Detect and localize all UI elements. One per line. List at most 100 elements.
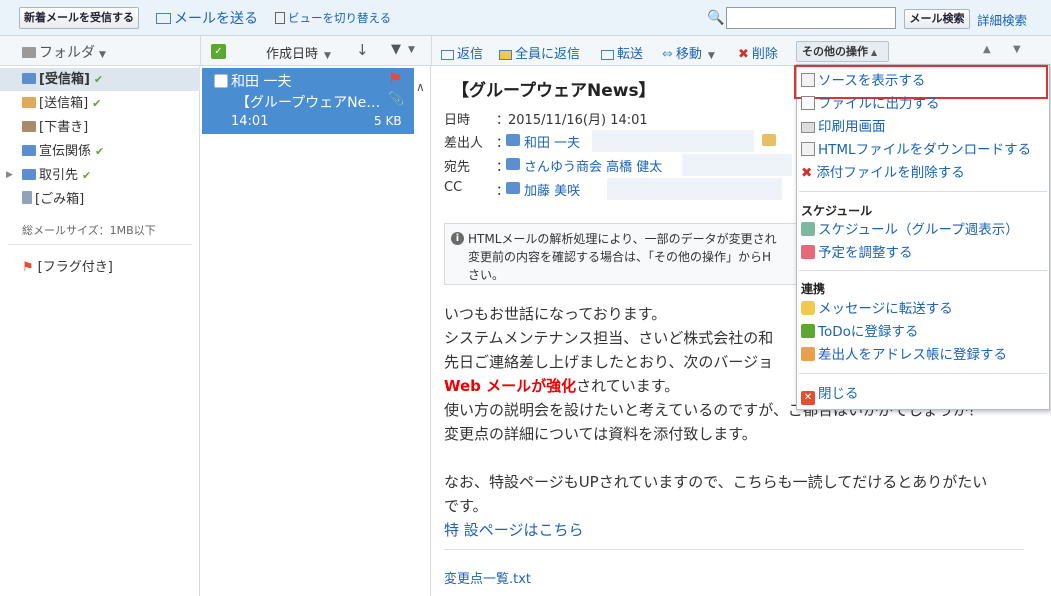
reply-label: 返信 <box>457 47 484 62</box>
folder-icon <box>22 145 36 156</box>
delete-button[interactable]: ✖ 削除 <box>738 43 778 62</box>
folder-item-inbox[interactable]: [受信箱] ✔ <box>0 68 200 91</box>
address-book-icon <box>801 347 815 361</box>
folder-item-flagged[interactable]: ⚑ [フラグ付き] <box>22 256 113 275</box>
from-value[interactable]: 和田 一夫 <box>524 132 580 151</box>
folder-header[interactable]: フォルダ ▼ <box>22 42 106 62</box>
view-icon <box>275 11 285 24</box>
date-value: 2015/11/16(月) 14:01 <box>508 113 648 128</box>
html-notice: i HTMLメールの解析処理により、一部のデータが変更され 変更前の内容を確認す… <box>444 223 816 285</box>
folder-icon <box>22 47 36 58</box>
menu-add-sender-address[interactable]: 差出人をアドレス帳に登録する <box>801 344 1049 366</box>
file-icon <box>801 96 815 110</box>
sort-label: 作成日時 <box>266 47 319 62</box>
folder-item-trash[interactable]: [ごみ箱] <box>0 188 200 211</box>
notice-line: さい。 <box>468 268 505 282</box>
folder-label: [下書き] <box>39 120 89 135</box>
trash-icon <box>22 191 32 204</box>
divider <box>8 244 192 245</box>
folder-label: [送信箱] <box>39 96 89 111</box>
menu-label: 閉じる <box>818 386 859 402</box>
body-line: です。 <box>444 497 488 515</box>
menu-print[interactable]: 印刷用画面 <box>801 116 1049 138</box>
list-item[interactable]: 和田 一夫 ⚑ 【グループウェアNe… 📎 14:01 5 KB <box>202 68 414 134</box>
attachment-icon: 📎 <box>388 92 405 107</box>
other-actions-button[interactable]: その他の操作 ▲ <box>796 41 889 62</box>
flag-icon: ⚑ <box>22 260 34 275</box>
reply-all-button[interactable]: 全員に返信 <box>499 43 580 62</box>
message-checkbox[interactable] <box>214 74 228 88</box>
add-address-icon[interactable] <box>762 134 776 146</box>
receive-mail-button[interactable]: 新着メールを受信する <box>19 7 139 29</box>
select-all-checkbox[interactable]: ✓ <box>211 44 226 59</box>
menu-label: HTMLファイルをダウンロードする <box>818 142 1032 158</box>
attachment-link[interactable]: 変更点一覧.txt <box>444 568 531 587</box>
move-button[interactable]: ⇔ 移動 ▼ <box>662 43 715 62</box>
folder-label: 宣伝関係 <box>39 144 92 159</box>
person-icon <box>506 158 520 170</box>
reply-button[interactable]: 返信 <box>441 43 483 62</box>
divider <box>431 36 432 66</box>
chevron-down-icon[interactable]: ▼ <box>408 45 415 55</box>
forward-button[interactable]: 転送 <box>601 43 643 62</box>
body-line: Web メールが強化されています。 <box>444 375 679 396</box>
pane-header-row: フォルダ ▼ ✓ 作成日時 ▼ ↓ ▼ ▼ 返信 全員に返信 転送 ⇔ 移動 ▼ ✖ 削除… <box>0 36 1051 66</box>
view-toggle-link[interactable]: ビューを切り替える <box>275 10 391 26</box>
envelope-icon <box>156 12 171 24</box>
to-value[interactable]: さんゆう商会 高橋 健太 <box>524 156 662 175</box>
folder-item-clients[interactable]: 取引先 ✔ <box>0 164 200 187</box>
folder-item-sent[interactable]: [送信箱] ✔ <box>0 92 200 115</box>
message-subject: 【グループウェアNe… <box>236 95 381 111</box>
advanced-search-link[interactable]: 詳細検索 <box>977 10 1027 29</box>
body-line: システムメンテナンス担当、さいど株式会社の和 <box>444 329 774 347</box>
menu-register-todo[interactable]: ToDoに登録する <box>801 321 1049 343</box>
chevron-down-icon: ▼ <box>324 51 331 61</box>
folder-icon <box>22 73 36 84</box>
divider <box>444 549 1024 550</box>
flag-icon[interactable]: ⚑ <box>388 69 402 88</box>
body-highlight: Web メールが強化 <box>444 377 577 395</box>
sort-order-icon[interactable]: ↓ <box>356 41 369 59</box>
view-toggle-label: ビューを切り替える <box>288 11 392 25</box>
special-page-link[interactable]: 特 設ページはこちら <box>444 519 583 540</box>
menu-download-html[interactable]: HTMLファイルをダウンロードする <box>801 139 1049 161</box>
menu-adjust-schedule[interactable]: 予定を調整する <box>801 242 1049 264</box>
link-header: 連携 <box>801 282 826 296</box>
person-icon <box>506 134 520 146</box>
move-label: 移動 <box>675 47 702 62</box>
menu-delete-attachment[interactable]: ✖ 添付ファイルを削除する <box>801 162 1049 184</box>
menu-label: ファイルに出力する <box>818 96 940 112</box>
folder-label: [ごみ箱] <box>35 192 85 207</box>
next-message-icon[interactable]: ▼ <box>1013 44 1021 55</box>
prev-message-icon[interactable]: ▲ <box>983 44 991 55</box>
folder-item-advertising[interactable]: 宣伝関係 ✔ <box>0 140 200 163</box>
menu-forward-message[interactable]: メッセージに転送する <box>801 298 1049 320</box>
message-sender: 和田 一夫 <box>231 74 292 90</box>
folder-icon <box>22 169 36 180</box>
collapse-icon[interactable]: ∧ <box>416 80 425 94</box>
menu-export-file[interactable]: ファイルに出力する <box>801 93 1049 115</box>
search-input[interactable] <box>726 7 896 29</box>
check-icon: ✔ <box>92 97 102 110</box>
menu-close[interactable]: ✕ 閉じる <box>801 383 1049 405</box>
calendar-icon <box>801 222 815 236</box>
folder-item-drafts[interactable]: [下書き] <box>0 116 200 139</box>
sort-dropdown[interactable]: 作成日時 ▼ <box>266 43 331 62</box>
check-icon: ✔ <box>82 169 92 182</box>
search-button[interactable]: メール検索 <box>904 9 970 29</box>
body-text: されています。 <box>576 377 680 395</box>
menu-label: ToDoに登録する <box>818 324 919 340</box>
menu-view-source[interactable]: ソースを表示する <box>801 70 1049 92</box>
check-icon: ✔ <box>95 145 105 158</box>
menu-label: 差出人をアドレス帳に登録する <box>818 347 1007 363</box>
redacted-address <box>592 130 754 152</box>
menu-schedule-group-week[interactable]: スケジュール（グループ週表示） <box>801 219 1049 241</box>
filter-icon[interactable]: ▼ <box>391 42 401 57</box>
other-actions-label: その他の操作 <box>802 45 868 58</box>
cc-value[interactable]: 加藤 美咲 <box>524 180 580 199</box>
compose-link[interactable]: メールを送る <box>156 8 258 28</box>
todo-icon <box>801 324 815 338</box>
other-actions-menu: ソースを表示する ファイルに出力する 印刷用画面 HTMLファイルをダウンロード… <box>794 64 1050 410</box>
body-line: 先日ご連絡差し上げましたとおり、次のバージョ <box>444 353 774 371</box>
message-time: 14:01 <box>231 114 269 129</box>
